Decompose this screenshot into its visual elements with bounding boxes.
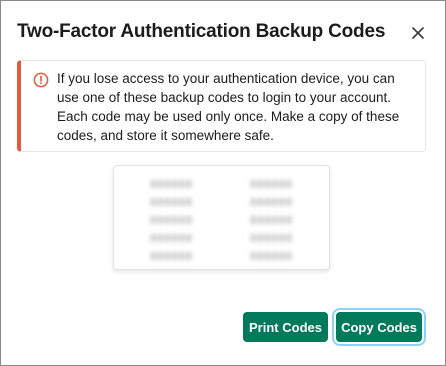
backup-code: 000000 bbox=[150, 214, 193, 227]
backup-code: 000000 bbox=[150, 178, 193, 191]
warning-alert: If you lose access to your authenticatio… bbox=[17, 60, 426, 152]
backup-code: 000000 bbox=[250, 250, 293, 263]
dialog-title: Two-Factor Authentication Backup Codes bbox=[17, 21, 386, 42]
backup-code: 000000 bbox=[250, 232, 293, 245]
print-codes-button[interactable]: Print Codes bbox=[243, 312, 328, 342]
alert-circle-icon bbox=[33, 72, 49, 88]
alert-message: If you lose access to your authenticatio… bbox=[57, 71, 400, 143]
backup-code: 000000 bbox=[250, 214, 293, 227]
backup-codes-dialog: Two-Factor Authentication Backup Codes I… bbox=[0, 0, 446, 366]
backup-code: 000000 bbox=[150, 232, 193, 245]
backup-codes-box: 000000 000000 000000 000000 000000 00000… bbox=[113, 165, 330, 270]
backup-code: 000000 bbox=[150, 196, 193, 209]
copy-codes-button[interactable]: Copy Codes bbox=[336, 312, 422, 342]
close-button[interactable] bbox=[405, 20, 431, 46]
backup-code: 000000 bbox=[250, 178, 293, 191]
backup-code: 000000 bbox=[150, 250, 193, 263]
backup-code: 000000 bbox=[250, 196, 293, 209]
codes-grid: 000000 000000 000000 000000 000000 00000… bbox=[150, 178, 294, 264]
close-icon bbox=[412, 27, 424, 39]
